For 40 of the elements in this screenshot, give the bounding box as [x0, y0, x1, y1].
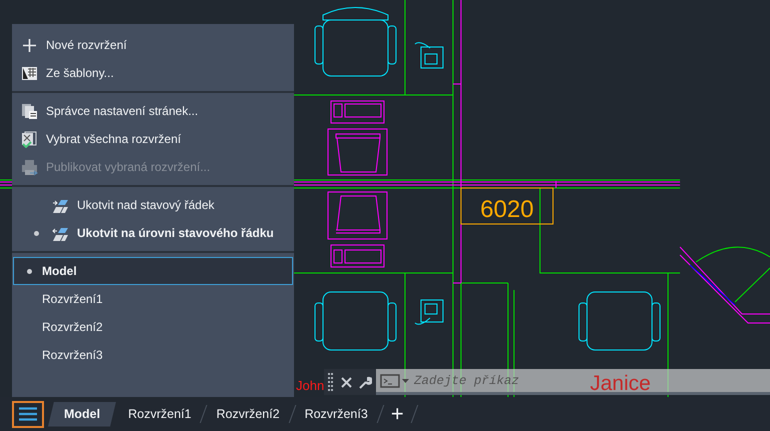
command-input-field[interactable]: Zadejte příkaz [414, 374, 544, 388]
grip-handle-icon[interactable] [328, 373, 334, 391]
terminal-dropdown-icon[interactable] [380, 374, 410, 388]
name-label: John [296, 378, 324, 393]
menu-item[interactable]: Ze šablony... [13, 59, 293, 87]
pages-check-icon [21, 130, 38, 148]
plus-icon [21, 36, 38, 54]
menu-item-label: Publikovat vybraná rozvržení... [46, 160, 210, 174]
pages-icon [21, 102, 38, 120]
layout-tab[interactable]: Rozvržení2 [204, 402, 292, 426]
menu-item[interactable]: Vybrat všechna rozvržení [13, 125, 293, 153]
menu-item-label: Vybrat všechna rozvržení [46, 132, 181, 146]
menu-button[interactable] [12, 400, 44, 428]
menu-item-label: Ukotvit na úrovni stavového řádku [77, 226, 274, 240]
menu-item-label: Ze šablony... [46, 66, 114, 80]
printer-icon [21, 158, 38, 176]
layout-tab[interactable]: Rozvržení1 [116, 402, 204, 426]
menu-item-label: Správce nastavení stránek... [46, 104, 198, 118]
menu-item-label: Ukotvit nad stavový řádek [77, 198, 214, 212]
menu-item[interactable]: Ukotvit na úrovni stavového řádku [13, 219, 293, 247]
add-tab-button[interactable]: + [380, 403, 414, 425]
room-number-label: 6020 [480, 196, 534, 223]
menu-item[interactable]: Rozvržení2 [13, 313, 293, 341]
menu-item-label: Model [42, 264, 77, 278]
menu-item[interactable]: Správce nastavení stránek... [13, 97, 293, 125]
menu-item[interactable]: Rozvržení1 [13, 285, 293, 313]
bullet-icon [26, 268, 32, 274]
grid-page-icon [21, 64, 38, 82]
close-icon[interactable] [340, 376, 353, 388]
menu-icon [19, 407, 37, 421]
menu-item[interactable]: Nové rozvržení [13, 31, 293, 59]
name-label: Janice [590, 372, 651, 396]
wrench-icon[interactable] [359, 376, 372, 388]
layout-tab[interactable]: Model [48, 402, 116, 426]
menu-item[interactable]: Ukotvit nad stavový řádek [13, 191, 293, 219]
menu-item-label: Nové rozvržení [46, 38, 127, 52]
layout-tab[interactable]: Rozvržení3 [292, 402, 380, 426]
menu-item[interactable]: Rozvržení3 [13, 341, 293, 369]
menu-item[interactable]: Model [13, 257, 293, 285]
bullet-icon [34, 230, 38, 236]
